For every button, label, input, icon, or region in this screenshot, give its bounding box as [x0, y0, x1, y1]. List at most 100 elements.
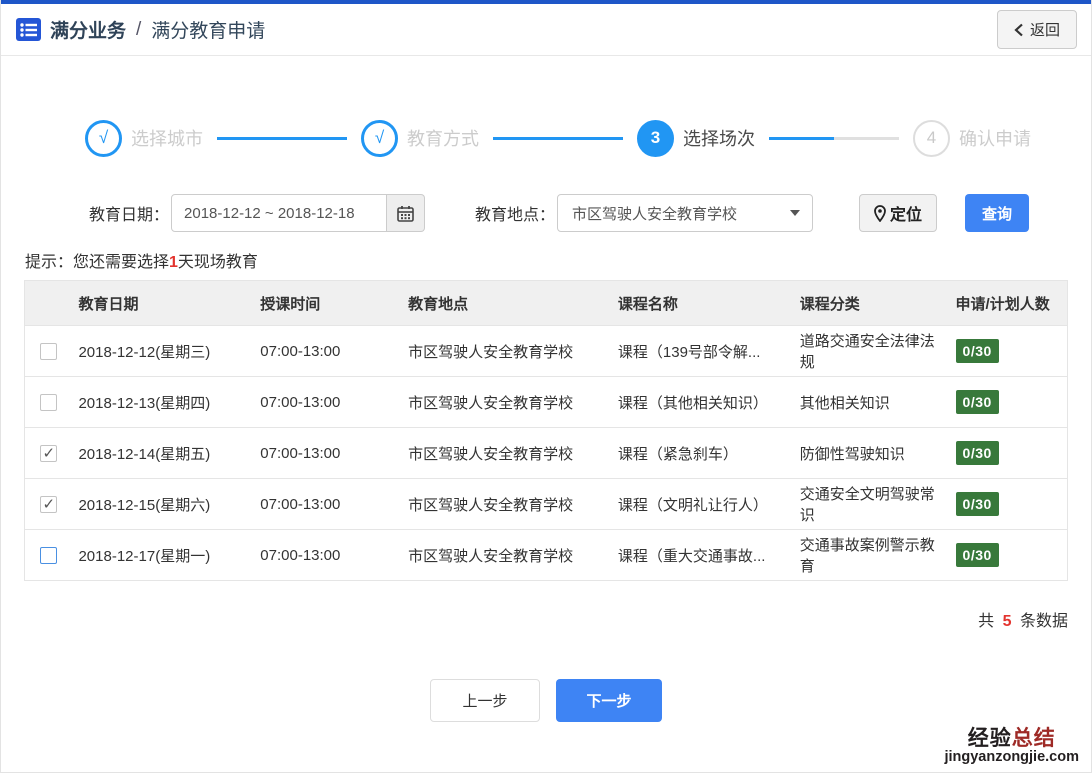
table-row: 2018-12-13(星期四) 07:00-13:00 市区驾驶人安全教育学校 …: [25, 377, 1068, 428]
watermark-title: 经验总结: [944, 727, 1079, 750]
count-suffix: 条数据: [1020, 613, 1068, 630]
cell-date: 2018-12-17(星期一): [72, 530, 254, 581]
hint-suffix: 天现场教育: [178, 254, 258, 271]
cell-category: 道路交通安全法律法规: [794, 326, 950, 377]
locate-label: 定位: [890, 201, 922, 225]
breadcrumb: 满分业务 / 满分教育申请: [15, 16, 265, 43]
page: 满分业务 / 满分教育申请 返回 √ 选择城市 √ 教育方式 3 选择场次 4: [0, 0, 1092, 773]
step-select-session: 3 选择场次: [637, 120, 755, 157]
table-header-row: 教育日期 授课时间 教育地点 课程名称 课程分类 申请/计划人数: [25, 281, 1068, 326]
step-4-circle: 4: [913, 120, 950, 157]
cell-category: 交通安全文明驾驶常识: [794, 479, 950, 530]
table-row: 2018-12-17(星期一) 07:00-13:00 市区驾驶人安全教育学校 …: [25, 530, 1068, 581]
cell-category: 防御性驾驶知识: [794, 428, 950, 479]
record-count: 共 5 条数据: [24, 607, 1068, 631]
cell-category: 其他相关知识: [794, 377, 950, 428]
query-button[interactable]: 查询: [965, 194, 1029, 232]
step-select-city: √ 选择城市: [85, 120, 203, 157]
cell-course: 课程（紧急刹车）: [612, 428, 794, 479]
quota-badge: 0/30: [956, 339, 999, 363]
education-place-label: 教育地点：: [475, 201, 555, 225]
row-checkbox[interactable]: [40, 394, 57, 411]
education-place-value: 市区驾驶人安全教育学校: [572, 203, 737, 224]
step-connector-1: [217, 137, 347, 140]
back-button[interactable]: 返回: [997, 10, 1077, 49]
cell-place: 市区驾驶人安全教育学校: [402, 326, 612, 377]
calendar-icon: [397, 205, 414, 222]
cell-time: 07:00-13:00: [254, 377, 402, 428]
step-confirm-application: 4 确认申请: [913, 120, 1031, 157]
cell-place: 市区驾驶人安全教育学校: [402, 530, 612, 581]
quota-badge: 0/30: [956, 441, 999, 465]
row-checkbox[interactable]: [40, 496, 57, 513]
cell-date: 2018-12-12(星期三): [72, 326, 254, 377]
header-education-date: 教育日期: [72, 281, 254, 326]
table-row: 2018-12-12(星期三) 07:00-13:00 市区驾驶人安全教育学校 …: [25, 326, 1068, 377]
step-3-label: 选择场次: [683, 125, 755, 151]
filter-bar: 教育日期： 教育地点： 市区驾驶人安全教育学校 定位 查询: [89, 194, 1091, 232]
step-3-circle: 3: [637, 120, 674, 157]
header-class-time: 授课时间: [254, 281, 402, 326]
breadcrumb-main[interactable]: 满分业务: [50, 16, 126, 43]
step-1-circle: √: [85, 120, 122, 157]
cell-time: 07:00-13:00: [254, 479, 402, 530]
step-education-mode: √ 教育方式: [361, 120, 479, 157]
cell-course: 课程（139号部令解...: [612, 326, 794, 377]
breadcrumb-current: 满分教育申请: [151, 16, 265, 43]
row-checkbox[interactable]: [40, 547, 57, 564]
hint-prefix: 提示：您还需要选择: [25, 254, 169, 271]
table-row: 2018-12-15(星期六) 07:00-13:00 市区驾驶人安全教育学校 …: [25, 479, 1068, 530]
step-1-label: 选择城市: [131, 125, 203, 151]
chevron-left-icon: [1014, 23, 1024, 37]
previous-step-button[interactable]: 上一步: [430, 679, 540, 722]
education-date-label: 教育日期：: [89, 201, 169, 225]
cell-course: 课程（其他相关知识）: [612, 377, 794, 428]
wizard-actions: 上一步 下一步: [1, 679, 1091, 722]
date-range-input[interactable]: [171, 194, 387, 232]
hint-highlight: 1: [169, 254, 178, 271]
hint-text: 提示：您还需要选择1天现场教育: [25, 248, 1091, 272]
header-checkbox-col: [25, 281, 73, 326]
next-step-button[interactable]: 下一步: [556, 679, 662, 722]
cell-course: 课程（重大交通事故...: [612, 530, 794, 581]
cell-category: 交通事故案例警示教育: [794, 530, 950, 581]
watermark: 经验总结 jingyanzongjie.com: [944, 727, 1079, 766]
count-prefix: 共: [978, 613, 994, 630]
header-course-category: 课程分类: [794, 281, 950, 326]
header-education-place: 教育地点: [402, 281, 612, 326]
row-checkbox[interactable]: [40, 343, 57, 360]
cell-date: 2018-12-15(星期六): [72, 479, 254, 530]
cell-time: 07:00-13:00: [254, 530, 402, 581]
header-course-name: 课程名称: [612, 281, 794, 326]
list-icon: [15, 16, 42, 43]
cell-date: 2018-12-13(星期四): [72, 377, 254, 428]
education-place-select[interactable]: 市区驾驶人安全教育学校: [557, 194, 813, 232]
step-2-label: 教育方式: [407, 125, 479, 151]
cell-place: 市区驾驶人安全教育学校: [402, 479, 612, 530]
locate-button[interactable]: 定位: [859, 194, 937, 232]
watermark-domain: jingyanzongjie.com: [944, 750, 1079, 766]
quota-badge: 0/30: [956, 390, 999, 414]
map-pin-icon: [874, 205, 886, 222]
row-checkbox[interactable]: [40, 445, 57, 462]
header-quota: 申请/计划人数: [950, 281, 1068, 326]
back-label: 返回: [1030, 19, 1060, 40]
table-row: 2018-12-14(星期五) 07:00-13:00 市区驾驶人安全教育学校 …: [25, 428, 1068, 479]
chevron-down-icon: [790, 210, 800, 216]
breadcrumb-separator: /: [136, 19, 141, 41]
session-table: 教育日期 授课时间 教育地点 课程名称 课程分类 申请/计划人数 2018-12…: [24, 280, 1068, 581]
cell-time: 07:00-13:00: [254, 326, 402, 377]
cell-time: 07:00-13:00: [254, 428, 402, 479]
calendar-button[interactable]: [387, 194, 425, 232]
date-range-group: [171, 194, 425, 232]
step-connector-3: [769, 137, 899, 140]
step-4-label: 确认申请: [959, 125, 1031, 151]
cell-place: 市区驾驶人安全教育学校: [402, 377, 612, 428]
cell-date: 2018-12-14(星期五): [72, 428, 254, 479]
cell-place: 市区驾驶人安全教育学校: [402, 428, 612, 479]
quota-badge: 0/30: [956, 543, 999, 567]
cell-course: 课程（文明礼让行人）: [612, 479, 794, 530]
step-indicator: √ 选择城市 √ 教育方式 3 选择场次 4 确认申请: [1, 114, 1091, 162]
step-connector-2: [493, 137, 623, 140]
quota-badge: 0/30: [956, 492, 999, 516]
